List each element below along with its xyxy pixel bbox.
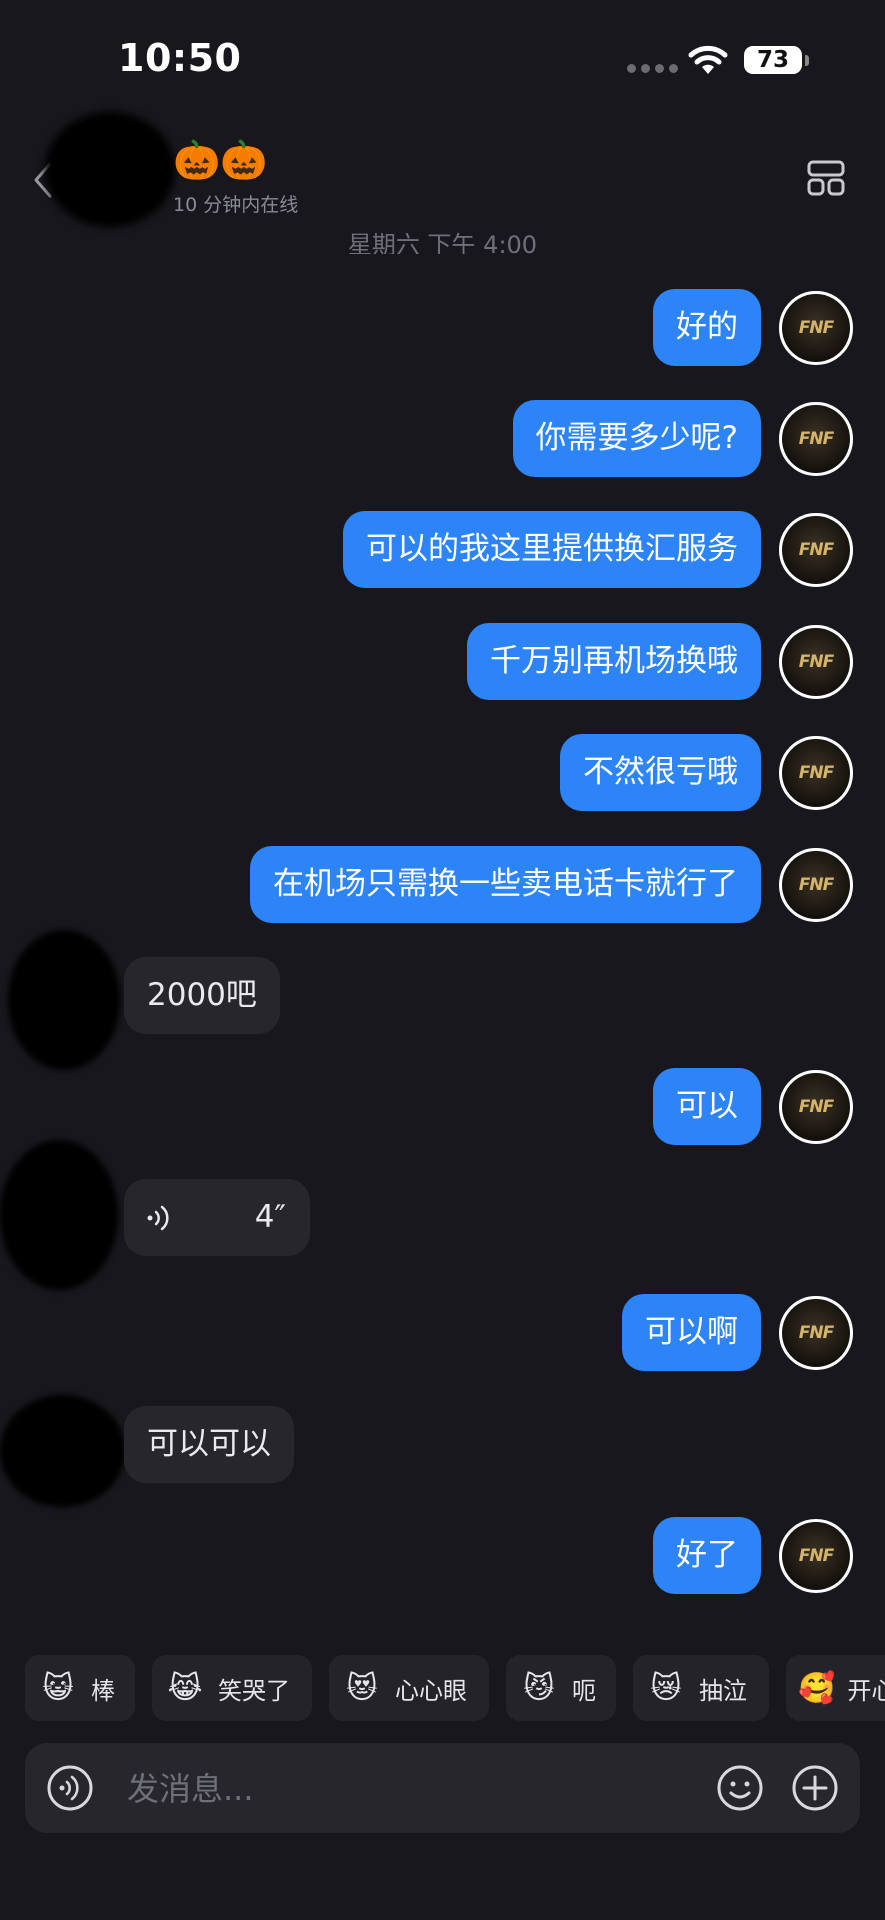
message-bubble-out[interactable]: 可以啊 <box>622 1294 761 1371</box>
quick-emoji-heart-eyes[interactable]: 😻 心心眼 <box>329 1655 489 1721</box>
cellular-signal-icon <box>627 64 678 73</box>
contact-avatar[interactable] <box>0 1395 125 1507</box>
emoji-icon[interactable] <box>715 1763 765 1813</box>
online-status: 10 分钟内在线 <box>173 194 299 216</box>
quick-emoji-label: 棒 <box>91 1676 115 1705</box>
message-input[interactable] <box>125 1743 689 1835</box>
day-time-separator: 星期六 下午 4:00 <box>347 231 538 254</box>
self-avatar[interactable]: FNF <box>779 1519 853 1593</box>
message-bubble-out[interactable]: 在机场只需换一些卖电话卡就行了 <box>250 846 761 923</box>
status-time: 10:50 <box>118 36 242 80</box>
quick-emoji-label: 心心眼 <box>395 1676 467 1705</box>
message-bubble-out[interactable]: 不然很亏哦 <box>560 734 761 811</box>
cat-smirk-icon: 😼 <box>523 1670 555 1706</box>
happy-face-icon: 🥰 <box>798 1670 836 1706</box>
voice-message[interactable]: 4″ <box>124 1179 310 1256</box>
battery-indicator: 73 <box>744 46 802 74</box>
quick-emoji-happy[interactable]: 🥰 开心 <box>786 1655 885 1721</box>
battery-nub <box>805 55 809 66</box>
message-bubble-out[interactable]: 你需要多少呢? <box>512 400 761 477</box>
cat-laugh-cry-icon: 😹 <box>167 1670 203 1706</box>
message-bubble-out[interactable]: 好了 <box>653 1517 761 1594</box>
cat-heart-eyes-icon: 😻 <box>346 1670 378 1706</box>
contact-avatar[interactable] <box>45 112 175 227</box>
contact-avatar[interactable] <box>8 930 120 1070</box>
self-avatar[interactable]: FNF <box>779 736 853 810</box>
quick-emoji-sob[interactable]: 😿 抽泣 <box>633 1655 769 1721</box>
quick-emoji-label: 呃 <box>572 1676 596 1705</box>
self-avatar[interactable]: FNF <box>779 291 853 365</box>
add-icon[interactable] <box>790 1763 840 1813</box>
voice-input-icon[interactable] <box>45 1763 95 1813</box>
message-bubble-in[interactable]: 可以可以 <box>124 1406 294 1483</box>
contact-name[interactable]: 🎃🎃 <box>173 140 268 180</box>
quick-emoji-laugh-cry[interactable]: 😹 笑哭了 <box>152 1655 312 1721</box>
message-bubble-out[interactable]: 可以的我这里提供换汇服务 <box>343 511 761 588</box>
self-avatar[interactable]: FNF <box>779 402 853 476</box>
self-avatar[interactable]: FNF <box>779 513 853 587</box>
more-options-icon[interactable] <box>806 158 846 198</box>
quick-emoji-label: 抽泣 <box>699 1676 747 1705</box>
self-avatar[interactable]: FNF <box>779 625 853 699</box>
cat-crying-icon: 😿 <box>650 1670 682 1706</box>
quick-emoji-label: 开心 <box>847 1676 885 1705</box>
voice-duration: 4″ <box>254 1199 286 1235</box>
message-bubble-in[interactable]: 2000吧 <box>124 957 280 1034</box>
contact-avatar[interactable] <box>0 1140 118 1290</box>
self-avatar[interactable]: FNF <box>779 848 853 922</box>
self-avatar[interactable]: FNF <box>779 1070 853 1144</box>
quick-emoji-bang[interactable]: 😺 棒 <box>25 1655 135 1721</box>
voice-wave-icon <box>147 1205 169 1231</box>
wifi-icon <box>688 45 728 74</box>
quick-emoji-label: 笑哭了 <box>218 1676 290 1705</box>
message-composer <box>25 1743 860 1835</box>
quick-emoji-er[interactable]: 😼 呃 <box>506 1655 616 1721</box>
cat-emoji-icon: 😺 <box>42 1670 74 1706</box>
message-bubble-out[interactable]: 好的 <box>653 289 761 366</box>
self-avatar[interactable]: FNF <box>779 1296 853 1370</box>
message-bubble-out[interactable]: 千万别再机场换哦 <box>467 623 761 700</box>
message-bubble-out[interactable]: 可以 <box>653 1068 761 1145</box>
